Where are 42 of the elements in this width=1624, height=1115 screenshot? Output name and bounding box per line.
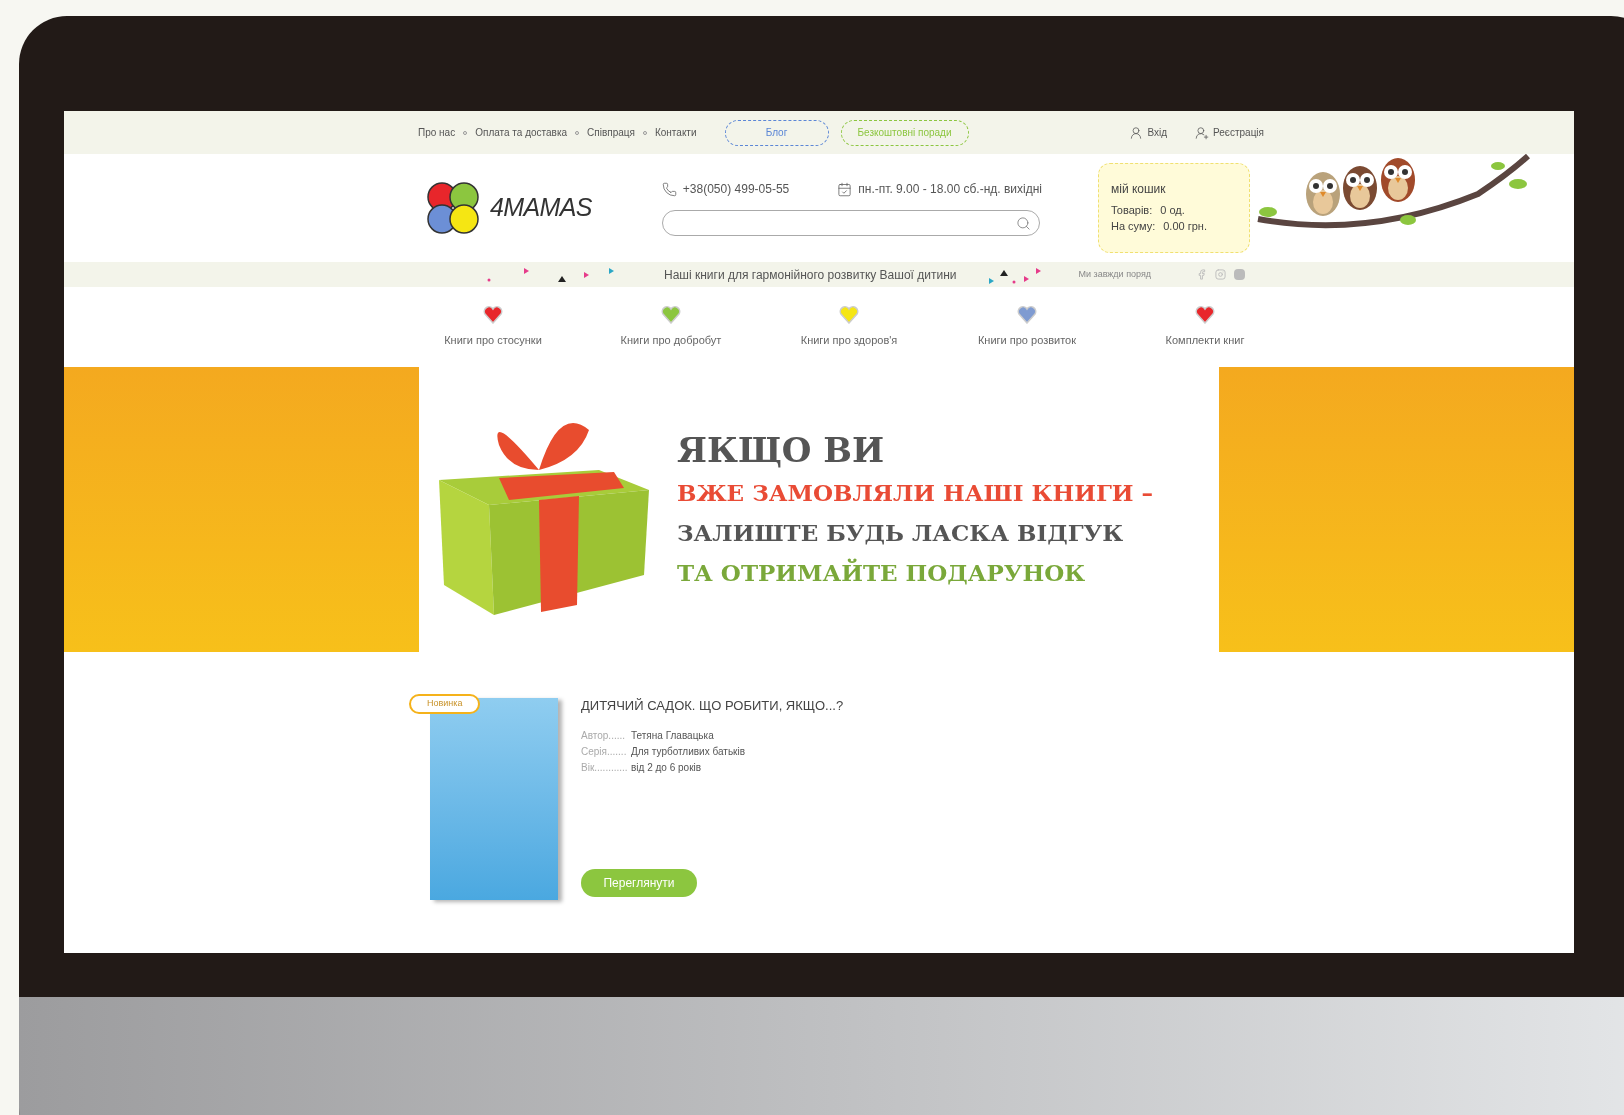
cart-panel[interactable]: мій кошик Товарів: 0 од. На суму: 0.00 грн. (1098, 163, 1250, 253)
product-title: ДИТЯЧИЙ САДОК. ЩО РОБИТИ, ЯКЩО...? (581, 697, 844, 715)
cart-label: Товарів: (1111, 203, 1153, 218)
cart-title: мій кошик (1111, 181, 1167, 198)
tagline-note: Ми завжди поряд (1078, 267, 1152, 281)
phone-icon (661, 181, 677, 197)
tagline-text: Наші книги для гармонійного розвитку Вашої дитини (664, 266, 957, 284)
detail-value: від 2 до 6 років (631, 760, 702, 775)
detail-value: Тетяна Главацька (631, 728, 714, 743)
user-icon (1129, 125, 1144, 140)
detail-value: Для турботливих батьків (631, 744, 745, 759)
instagram-icon[interactable] (1215, 269, 1227, 280)
phone-number: +38(050) 499-05-55 (682, 181, 790, 198)
top-nav-link[interactable]: Оплата та доставка (475, 125, 568, 140)
category-link[interactable]: Комплекти книг (1116, 305, 1294, 349)
category-link[interactable]: Книги про розвиток (938, 305, 1116, 349)
account-link[interactable]: Реєстрація (1195, 125, 1264, 140)
facebook-icon[interactable] (1196, 269, 1208, 280)
cart-value: 0 од. (1160, 203, 1185, 218)
user-add-icon (1195, 125, 1210, 140)
cart-label: На суму: (1111, 219, 1156, 234)
category-link[interactable]: Книги про здоров'я (760, 305, 938, 349)
detail-label: Серія....... (581, 744, 628, 759)
working-hours: пн.-пт. 9.00 - 18.00 сб.-нд. вихідні (858, 181, 1042, 198)
logo-text: 4MAMAS (490, 192, 592, 224)
top-nav-link[interactable]: Контакти (654, 125, 697, 140)
top-nav-link[interactable]: Співпраця (587, 125, 635, 140)
new-badge: Новинка (409, 694, 481, 714)
top-nav-link[interactable]: Про нас (418, 125, 456, 140)
search-icon (1015, 215, 1031, 231)
detail-label: Автор...... (581, 728, 627, 743)
detail-label: Вік............ (581, 760, 629, 775)
cart-value: 0.00 грн. (1163, 219, 1207, 234)
banner-headline: ТА ОТРИМАЙТЕ ПОДАРУНОК (677, 557, 1087, 588)
banner-headline: ЯКЩО ВИ (677, 429, 886, 470)
category-link[interactable]: Книги про стосунки (404, 305, 582, 349)
account-link[interactable]: Вхід (1129, 125, 1168, 140)
promo-banner[interactable]: ЯКЩО ВИ ВЖЕ ЗАМОВЛЯЛИ НАШІ КНИГИ – ЗАЛИШТЕ БУДЬ ЛАСКА ВІДГУК ТА ОТРИМАЙТЕ ПОДАРУНОК (64, 367, 1574, 652)
category-link[interactable]: Книги про добробут (582, 305, 760, 349)
banner-headline: ЗАЛИШТЕ БУДЬ ЛАСКА ВІДГУК (677, 517, 1125, 548)
calendar-icon (837, 181, 853, 197)
banner-headline: ВЖЕ ЗАМОВЛЯЛИ НАШІ КНИГИ – (677, 477, 1153, 508)
